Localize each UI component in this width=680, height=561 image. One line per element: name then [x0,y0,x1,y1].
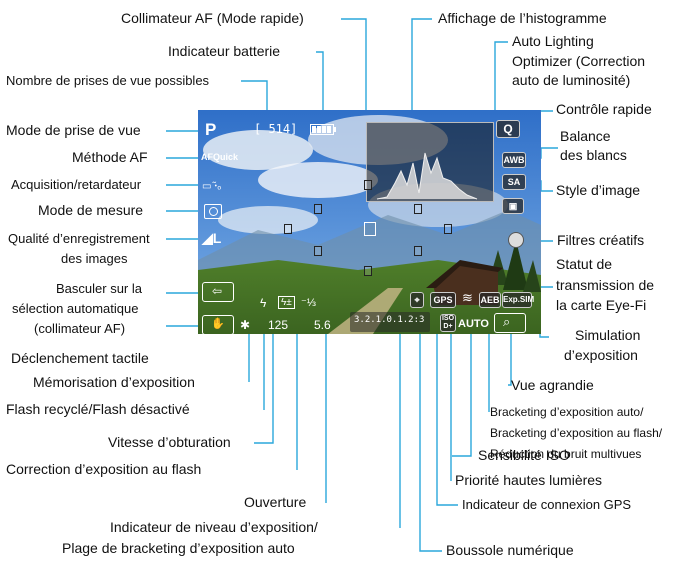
af-method: AFQuick [201,152,239,162]
label-auto-lighting-2: Optimizer (Correction [512,53,646,69]
label-controle-rapide: Contrôle rapide [556,101,652,117]
af-point [444,224,452,234]
white-balance: AWB [502,152,526,168]
creative-filters-icon [508,232,524,248]
af-point [364,266,372,276]
shooting-mode: P [205,120,217,139]
drive-mode: ▭ ꞏ̃ₒ [202,181,222,192]
camera-screen: P [ 514] AFQuick ▭ ꞏ̃ₒ ◢L ⇦ ✋ Q AWB SA ▣… [198,110,541,334]
label-statut-2: transmission de [556,277,655,293]
af-auto-select-button[interactable]: ⇦ [202,282,234,302]
iso-value: AUTO [458,318,489,330]
label-filtres-creatifs: Filtres créatifs [557,232,645,248]
auto-lighting-icon: ▣ [502,198,524,214]
af-point [314,204,322,214]
quick-control-button[interactable]: Q [496,120,520,138]
flash-ready-icon: ϟ [260,296,267,310]
aperture: 5.6 [314,318,331,332]
af-point [414,246,422,256]
picture-style: SA [502,174,526,190]
battery-icon [310,124,336,135]
exposure-simulation: Exp.SIM [502,292,534,308]
exposure-level-scale: 3.2.1.0.1.2:3 [354,315,425,325]
af-point-active [364,222,376,236]
line-simulation [539,323,549,338]
exposure-level-box: 3.2.1.0.1.2:3 [350,312,430,332]
ae-lock-icon: ✱ [240,318,251,332]
label-simulation-1: Simulation [575,327,641,343]
label-indicateur-batterie: Indicateur batterie [168,43,281,59]
label-auto-lighting-3: auto de luminosité) [512,72,631,88]
eye-fi-icon: ≋ [462,290,473,305]
line-iso [452,334,472,457]
label-connexion-gps: Indicateur de connexion GPS [462,497,632,512]
touch-shutter-button[interactable]: ✋ [202,315,234,334]
histogram-panel [366,122,494,202]
d-plus-label: D+ [443,323,453,330]
af-point [284,224,292,234]
shots-remaining: [ 514] [254,122,298,136]
flash-comp-value: ⁻⅓ [301,297,316,309]
auto-select-arrow-icon: ⇦ [212,284,223,298]
label-simulation-2: d’exposition [564,347,638,363]
image-quality: ◢L [202,230,222,246]
metering-icon [204,204,222,219]
label-memorisation: Mémorisation d’exposition [33,374,195,390]
label-acquisition: Acquisition/retardateur [11,177,142,192]
iso-small-label: ISO [441,315,455,322]
af-point [364,180,372,190]
label-methode-af: Méthode AF [72,149,148,165]
magnify-button[interactable]: ⌕ [494,313,526,333]
label-vitesse: Vitesse d’obturation [108,434,231,450]
label-sensibilite-iso: Sensibilité ISO [478,447,570,463]
label-ouverture: Ouverture [244,494,307,510]
label-basculer-1: Basculer sur la [56,281,142,296]
label-qualite-1: Qualité d’enregistrement [8,231,150,246]
shutter-speed: 125 [268,318,289,332]
histogram-graph [376,152,478,200]
magnify-icon: ⌕ [503,314,511,329]
label-basculer-2: sélection automatique [12,301,139,316]
af-point [314,246,322,256]
label-niveau-1: Indicateur de niveau d’exposition/ [110,519,318,535]
label-statut-3: la carte Eye-Fi [556,297,647,313]
label-priorite-hautes: Priorité hautes lumières [455,472,603,488]
label-style-image: Style d’image [556,182,641,198]
label-statut-1: Statut de [556,256,613,272]
label-nombre-prises: Nombre de prises de vue possibles [6,73,210,88]
label-collimateur-af: Collimateur AF (Mode rapide) [121,10,304,26]
label-boussole: Boussole numérique [446,542,574,558]
label-balance-1: Balance [560,128,611,144]
label-bracketing-2: Bracketing d’exposition au flash/ [490,426,663,440]
label-basculer-3: (collimateur AF) [34,321,126,336]
digital-compass-icon: ⌖ [410,292,424,308]
label-mode-mesure: Mode de mesure [38,202,144,218]
label-bracketing-1: Bracketing d’exposition auto/ [490,405,644,419]
aeb-indicator: AEB [479,292,501,308]
label-declenchement-tactile: Déclenchement tactile [11,350,149,366]
d-plus-indicator: ISO D+ [440,314,456,332]
flash-comp-icon: ϟ± [278,296,295,309]
label-correction-flash: Correction d’exposition au flash [6,461,202,477]
label-flash-recycle: Flash recyclé/Flash désactivé [6,401,190,417]
label-niveau-2: Plage de bracketing d’exposition auto [62,540,295,556]
gps-indicator: GPS [430,292,456,308]
af-point [414,204,422,214]
label-vue-agrandie: Vue agrandie [511,377,594,393]
label-auto-lighting-1: Auto Lighting [512,33,594,49]
label-qualite-2: des images [61,251,128,266]
touch-shutter-icon: ✋ [211,318,225,330]
label-balance-2: des blancs [560,147,627,163]
label-mode-prise-vue: Mode de prise de vue [6,122,141,138]
line-boussole [419,334,442,552]
label-affichage-histogramme: Affichage de l’histogramme [438,10,607,26]
